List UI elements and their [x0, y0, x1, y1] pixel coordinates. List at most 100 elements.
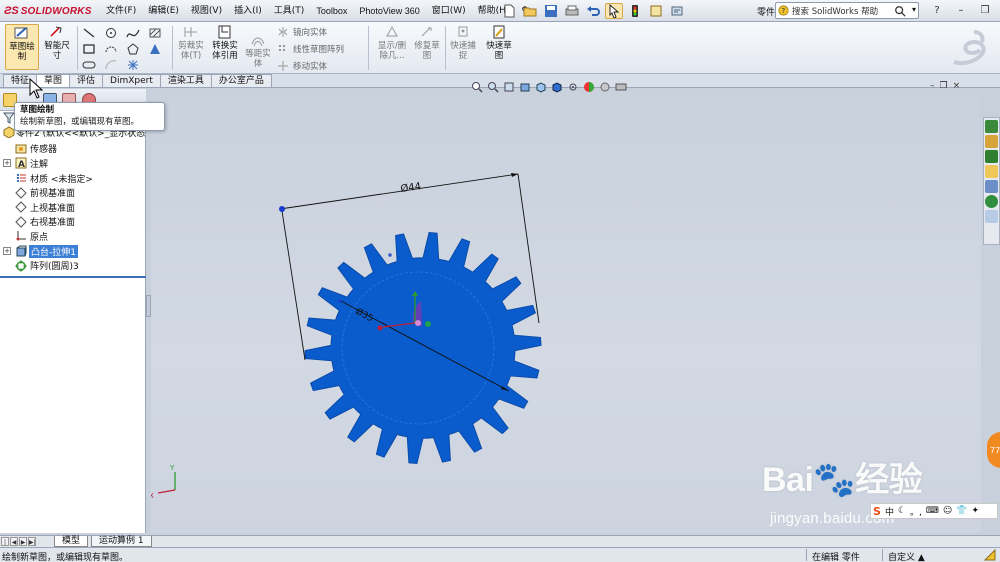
circle-icon[interactable] — [100, 25, 122, 41]
line-icon[interactable] — [78, 25, 100, 41]
zoom-area-icon[interactable] — [486, 81, 499, 94]
sketch-point[interactable] — [279, 206, 285, 212]
ime-tools-icon[interactable]: ✦ — [972, 506, 980, 516]
search-icon[interactable] — [894, 5, 906, 17]
print-icon[interactable] — [563, 3, 581, 19]
rectangle-icon[interactable] — [78, 41, 100, 57]
apply-scene-icon[interactable] — [598, 81, 611, 94]
rebuild-status-icon[interactable] — [984, 549, 997, 561]
search-dropdown-icon[interactable]: ▾ — [912, 5, 916, 14]
menu-tools[interactable]: 工具(T) — [268, 0, 311, 22]
sketch-button[interactable]: 草图绘 制 — [5, 24, 39, 70]
dimension-outer-label[interactable]: Ø44 — [400, 180, 422, 195]
hide-show-items-icon[interactable] — [566, 81, 579, 94]
solidworks-resources-icon[interactable] — [985, 120, 998, 133]
design-library-icon[interactable] — [985, 135, 998, 148]
quick-snaps-button[interactable]: 快速捕 捉 — [448, 24, 478, 61]
expand-icon[interactable]: + — [3, 247, 11, 256]
undo-icon[interactable] — [584, 3, 602, 19]
file-properties-icon[interactable] — [647, 3, 665, 19]
menu-photoview[interactable]: PhotoView 360 — [353, 0, 425, 22]
tree-item-sensors[interactable]: 传感器 — [0, 142, 146, 157]
display-style-icon[interactable] — [550, 81, 563, 94]
viewport-close-icon[interactable]: × — [953, 81, 961, 91]
text-icon[interactable] — [144, 41, 166, 57]
tree-item-circular-pattern[interactable]: 阵列(圆周)3 — [0, 258, 146, 273]
options-icon[interactable] — [668, 3, 686, 19]
restore-icon[interactable]: ❐ — [976, 2, 994, 18]
repair-sketch-button[interactable]: 修复草 图 — [412, 24, 442, 61]
menu-file[interactable]: 文件(F) — [100, 0, 142, 22]
tree-item-boss-extrude[interactable]: + 凸台-拉伸1 — [0, 243, 146, 259]
help-icon[interactable]: ? — [928, 2, 946, 18]
folder-icon[interactable] — [985, 165, 998, 178]
ime-moon-icon[interactable]: ☾ — [898, 506, 906, 516]
move-entities-button[interactable]: 移动实体 — [277, 58, 344, 74]
tab-render-tools[interactable]: 渲染工具 — [159, 74, 212, 87]
new-document-icon[interactable] — [500, 3, 518, 19]
spline-icon[interactable] — [122, 25, 144, 41]
edit-appearance-icon[interactable] — [582, 81, 595, 94]
help-search-box[interactable]: ? 搜索 SolidWorks 帮助 ▾ — [775, 2, 919, 19]
save-icon[interactable] — [542, 3, 560, 19]
file-explorer-icon[interactable] — [985, 150, 998, 163]
ime-user-icon[interactable]: ☺ — [943, 506, 952, 516]
menu-insert[interactable]: 插入(I) — [228, 0, 268, 22]
open-folder-icon[interactable] — [521, 3, 539, 19]
linear-pattern-button[interactable]: 线性草图阵列 — [277, 41, 344, 57]
rebuild-traffic-light-icon[interactable] — [626, 3, 644, 19]
view-settings-icon[interactable] — [614, 81, 627, 94]
last-tab-icon[interactable]: ▶| — [28, 537, 36, 546]
ellipse-icon[interactable] — [100, 57, 122, 73]
menu-view[interactable]: 视图(V) — [185, 0, 228, 22]
sketch-point[interactable] — [338, 299, 342, 303]
ime-shirt-icon[interactable]: 👕 — [956, 506, 967, 516]
expand-icon[interactable]: + — [3, 159, 11, 168]
origin-point[interactable] — [415, 320, 421, 326]
display-delete-relations-button[interactable]: 显示/删 除几... — [374, 24, 410, 61]
ime-mode-icon[interactable]: 中 — [885, 505, 894, 518]
slot-icon[interactable] — [78, 57, 100, 73]
next-tab-icon[interactable]: ▶ — [19, 537, 27, 546]
view-orientation-icon[interactable] — [534, 81, 547, 94]
prev-tab-icon[interactable]: ◀ — [10, 537, 18, 546]
help-search-input[interactable]: 搜索 SolidWorks 帮助 — [792, 5, 878, 17]
menu-window[interactable]: 窗口(W) — [426, 0, 472, 22]
tree-item-material[interactable]: 材质 <未指定> — [0, 171, 146, 186]
appearances-icon[interactable] — [985, 195, 998, 208]
tab-office-products[interactable]: 办公室产品 — [210, 74, 272, 87]
ime-keyboard-icon[interactable]: ⌨ — [926, 506, 939, 516]
tree-item-right-plane[interactable]: 右视基准面 — [0, 215, 146, 230]
polygon-icon[interactable] — [122, 41, 144, 57]
tree-item-front-plane[interactable]: 前视基准面 — [0, 185, 146, 200]
offset-entities-button[interactable]: 等距实 体 — [243, 32, 273, 69]
units-selector[interactable]: 自定义 ▲ — [888, 550, 925, 562]
zoom-to-fit-icon[interactable] — [470, 81, 483, 94]
view-palette-icon[interactable] — [985, 180, 998, 193]
section-view-icon[interactable] — [518, 81, 531, 94]
smart-dimension-button[interactable]: 智能尺 寸 — [40, 24, 74, 61]
ime-logo-icon[interactable]: S — [873, 505, 881, 518]
minimize-icon[interactable]: – — [952, 2, 970, 18]
rollback-bar[interactable] — [0, 276, 146, 278]
arc-icon[interactable] — [100, 41, 122, 57]
point-icon[interactable] — [122, 57, 144, 73]
tree-item-top-plane[interactable]: 上视基准面 — [0, 200, 146, 215]
tab-model[interactable]: 模型 — [54, 536, 89, 547]
tree-item-annotations[interactable]: + A 注解 — [0, 156, 146, 171]
center-point[interactable] — [425, 321, 431, 327]
tab-dimxpert[interactable]: DimXpert — [102, 74, 161, 87]
tab-motion-study[interactable]: 运动算例 1 — [91, 536, 152, 547]
convert-entities-button[interactable]: 转换实 体引用 — [209, 24, 241, 61]
menu-edit[interactable]: 编辑(E) — [142, 0, 185, 22]
input-method-bar[interactable]: S 中 ☾ 。, ⌨ ☺ 👕 ✦ — [870, 503, 998, 519]
sketch-point[interactable] — [388, 253, 392, 257]
first-tab-icon[interactable]: |◀ — [1, 537, 9, 555]
mirror-entities-button[interactable]: 镜向实体 — [277, 24, 344, 40]
select-arrow-icon[interactable] — [605, 3, 623, 19]
ime-punct-icon[interactable]: 。, — [910, 505, 922, 518]
dimension-line-outer[interactable] — [279, 173, 519, 210]
solidworks-logo[interactable]: ƧS SOLIDWORKS — [4, 4, 92, 18]
hatch-icon[interactable] — [144, 25, 166, 41]
gear-model[interactable] — [304, 231, 542, 465]
